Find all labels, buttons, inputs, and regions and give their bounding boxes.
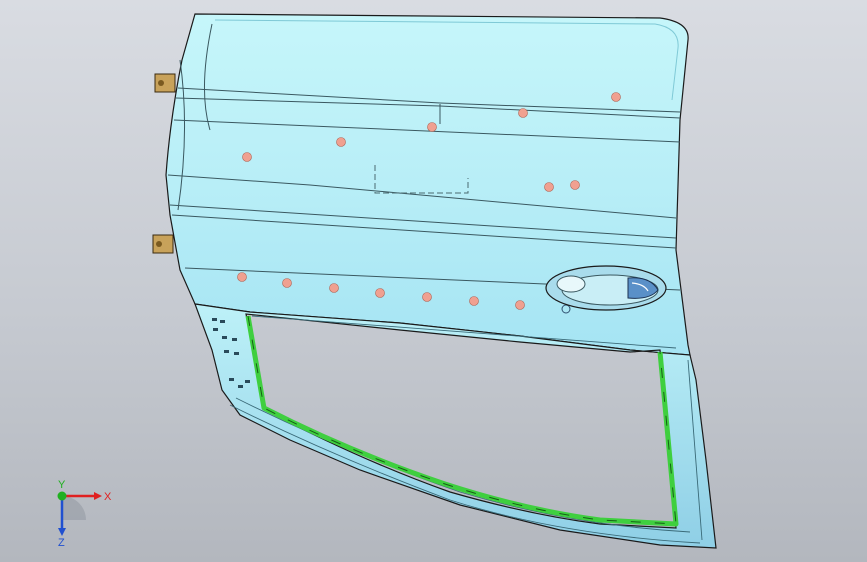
hinge-bracket-lower[interactable] bbox=[152, 234, 174, 254]
hole-marker bbox=[570, 180, 580, 190]
hole-marker bbox=[242, 152, 252, 162]
hole-marker bbox=[336, 137, 346, 147]
cad-viewport[interactable] bbox=[0, 0, 867, 562]
hole-marker bbox=[611, 92, 621, 102]
hole-marker bbox=[427, 122, 437, 132]
hinge-bracket-upper[interactable] bbox=[154, 73, 176, 93]
hole-marker bbox=[237, 272, 247, 282]
axis-triad: X Y Z bbox=[57, 479, 112, 548]
y-axis-dot bbox=[57, 491, 67, 501]
x-axis-label: X bbox=[104, 491, 112, 503]
z-axis-label: Z bbox=[58, 537, 65, 548]
hole-marker bbox=[544, 182, 554, 192]
z-axis-arrow bbox=[58, 528, 66, 536]
hole-marker bbox=[518, 108, 528, 118]
hole-marker bbox=[469, 296, 479, 306]
triad-shadow bbox=[62, 496, 86, 520]
hole-marker bbox=[329, 283, 339, 293]
y-axis-label: Y bbox=[58, 479, 66, 491]
hole-marker bbox=[422, 292, 432, 302]
hole-marker bbox=[282, 278, 292, 288]
door-handle[interactable] bbox=[545, 265, 667, 311]
hole-marker bbox=[515, 300, 525, 310]
x-axis-arrow bbox=[94, 492, 102, 500]
hole-marker bbox=[375, 288, 385, 298]
